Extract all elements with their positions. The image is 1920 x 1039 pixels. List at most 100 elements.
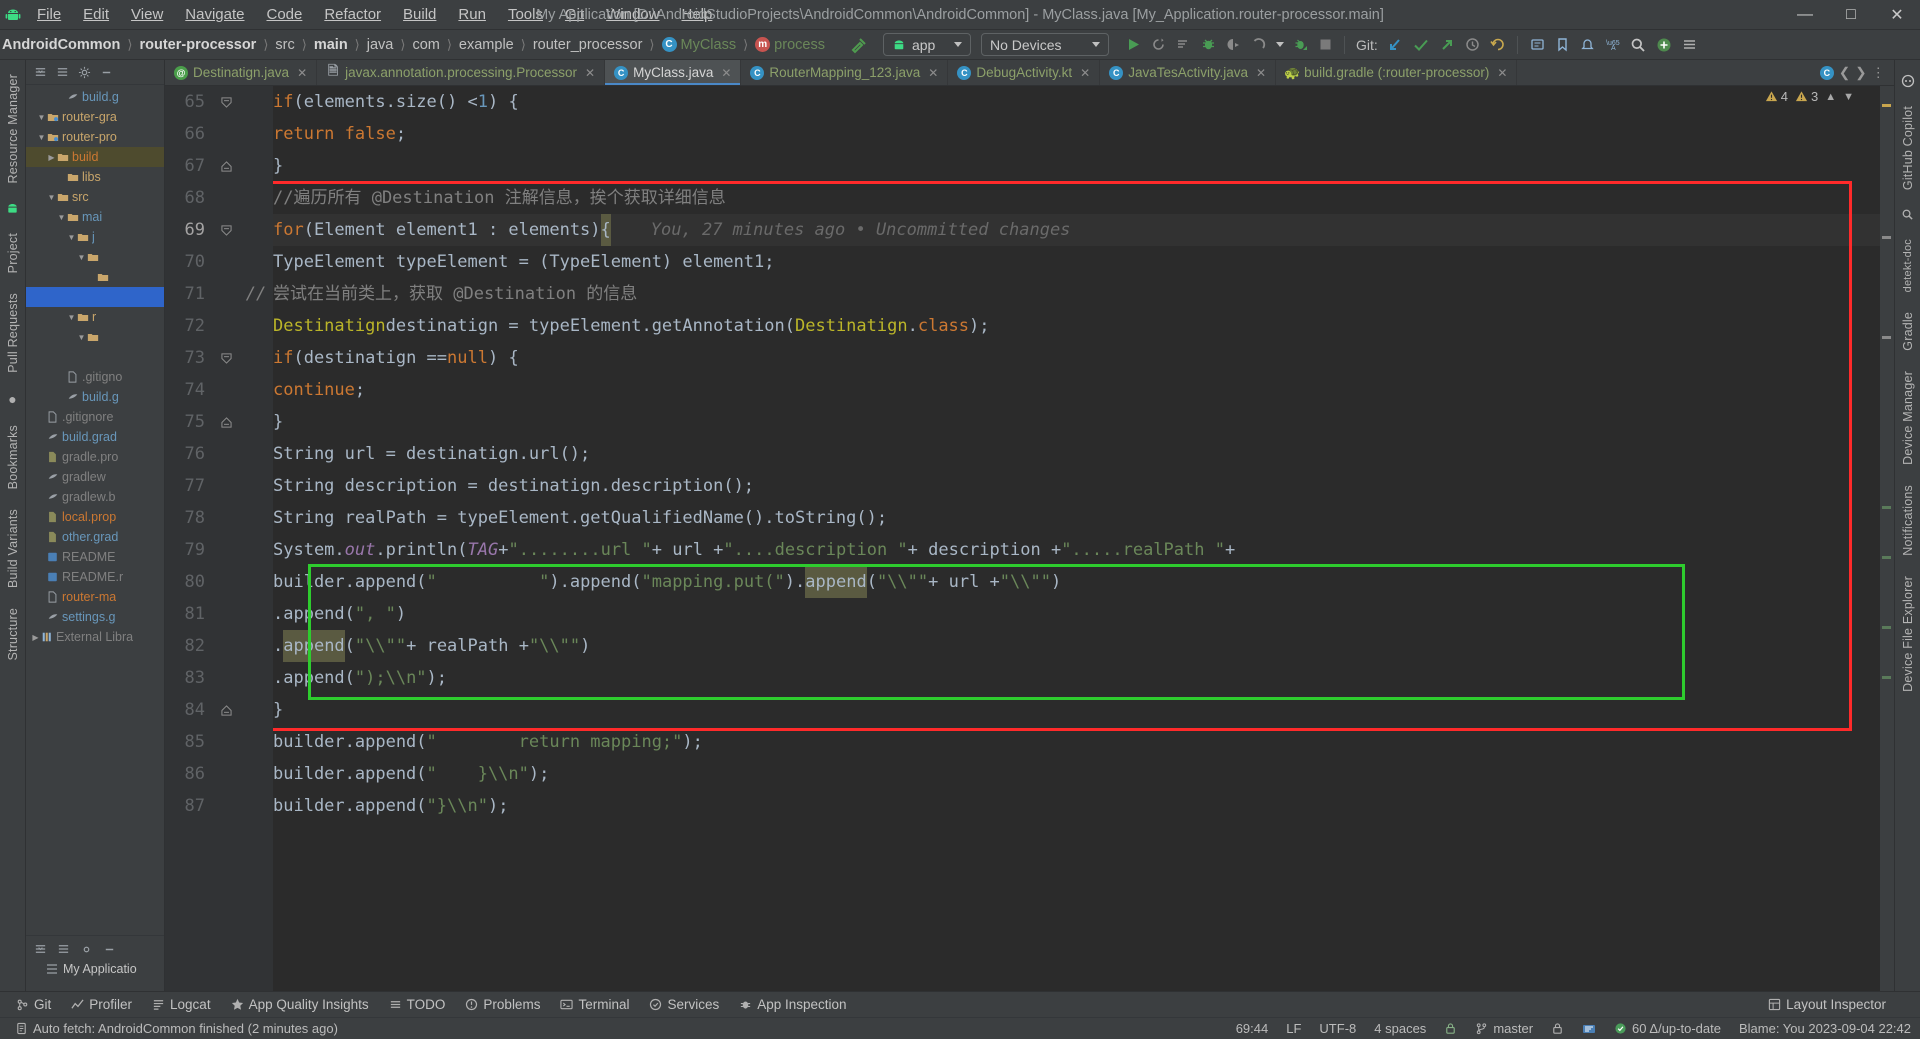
notifications-button[interactable] <box>1575 34 1600 56</box>
sidebar-item-gradle[interactable]: Gradle <box>1901 302 1915 361</box>
tree-node[interactable]: build.g <box>26 387 164 407</box>
close-icon[interactable]: ✕ <box>1080 66 1090 80</box>
module-selector[interactable]: app <box>882 33 971 56</box>
sidebar-item-notifications[interactable]: Notifications <box>1901 475 1915 566</box>
readonly-lock-icon[interactable] <box>1542 1022 1573 1035</box>
code-line[interactable]: builder.append("}\\n"); <box>273 790 1880 822</box>
breadcrumb-src[interactable]: src <box>273 37 296 53</box>
code-text-area[interactable]: if (elements.size() < 1) { return false;… <box>273 86 1880 991</box>
indent-setting[interactable]: 4 spaces <box>1365 1021 1435 1036</box>
debug-button[interactable] <box>1196 34 1221 56</box>
undo-button[interactable] <box>1485 34 1510 56</box>
tree-node[interactable]: other.grad <box>26 527 164 547</box>
bottom-tab-app-inspection[interactable]: App Inspection <box>729 997 856 1012</box>
tree-node[interactable]: router-ma <box>26 587 164 607</box>
code-line[interactable]: return false; <box>273 118 1880 150</box>
tree-node[interactable]: ▼ j <box>26 227 164 247</box>
tree-node[interactable]: settings.g <box>26 607 164 627</box>
code-editor[interactable]: 65 66 67 68 69 70 71 72 73 74 75 76 77 78 79 80 81 82 83 84… <box>165 86 1894 991</box>
code-line[interactable]: } <box>273 694 1880 726</box>
caret-position[interactable]: 69:44 <box>1227 1021 1278 1036</box>
sidebar-item-device-manager[interactable]: Device Manager <box>1901 361 1915 475</box>
translate-button[interactable]: \u6587A <box>1600 34 1625 56</box>
chevron-toggle-icon[interactable]: ▼ <box>36 113 47 122</box>
bottom-tab-services[interactable]: Services <box>639 997 729 1012</box>
editor-tab-routermapping-123-java[interactable]: C RouterMapping_123.java ✕ <box>741 60 949 85</box>
editor-tab-build-gradle-router-processor[interactable]: 🐢 build.gradle (:router-processor) ✕ <box>1276 60 1518 85</box>
chevron-toggle-icon[interactable]: ▶ <box>46 153 57 162</box>
tree-node[interactable]: gradlew.b <box>26 487 164 507</box>
expand-all-icon[interactable] <box>30 939 50 959</box>
code-line[interactable]: TypeElement typeElement = (TypeElement) … <box>273 246 1880 278</box>
chevron-toggle-icon[interactable]: ▼ <box>56 213 67 222</box>
chevron-toggle-icon[interactable]: ▶ <box>30 633 41 642</box>
bottom-tab-logcat[interactable]: Logcat <box>142 997 221 1012</box>
bottom-tab-terminal[interactable]: Terminal <box>550 997 639 1012</box>
code-line[interactable]: String url = destinatign.url(); <box>273 438 1880 470</box>
code-line[interactable]: for (Element element1 : elements) {You, … <box>273 214 1880 246</box>
menu-item-build[interactable]: Build <box>392 3 447 26</box>
code-line[interactable]: } <box>273 150 1880 182</box>
close-button[interactable]: ✕ <box>1874 0 1920 30</box>
project-toolbar[interactable] <box>26 60 164 85</box>
code-fold-toggle[interactable] <box>213 694 239 726</box>
git-update-button[interactable] <box>1382 34 1408 56</box>
code-line[interactable]: if (destinatign == null) { <box>273 342 1880 374</box>
menu-item-file[interactable]: File <box>26 3 72 26</box>
code-line[interactable]: builder.append(" ").append("mapping.put(… <box>273 566 1880 598</box>
sidebar-item-pull-requests[interactable]: Pull Requests <box>6 283 20 383</box>
code-line[interactable]: builder.append(" return mapping;"); <box>273 726 1880 758</box>
profile-button[interactable] <box>1221 34 1246 56</box>
tree-node[interactable]: ▼ mai <box>26 207 164 227</box>
chevron-toggle-icon[interactable]: ▼ <box>46 193 57 202</box>
history-button[interactable] <box>1460 34 1485 56</box>
search-icon[interactable] <box>1625 34 1651 56</box>
code-line[interactable]: . append("\\"" + realPath + "\\"") <box>273 630 1880 662</box>
code-folding-column[interactable] <box>213 86 239 991</box>
editor-tab-javatesactivity-java[interactable]: C JavaTesActivity.java ✕ <box>1100 60 1277 85</box>
editor-gutter[interactable]: 65 66 67 68 69 70 71 72 73 74 75 76 77 78 79 80 81 82 83 84… <box>165 86 273 991</box>
search-stripe-icon[interactable] <box>1901 208 1914 221</box>
minimize-button[interactable]: — <box>1782 0 1828 30</box>
tree-node[interactable]: build.grad <box>26 427 164 447</box>
status-right-group[interactable]: 69:44 LF UTF-8 4 spaces master 60 Δ/up-t… <box>1227 1021 1920 1036</box>
gear-icon[interactable] <box>76 939 96 959</box>
bottom-tab-git[interactable]: Git <box>6 997 61 1012</box>
tree-node[interactable]: ▼ r <box>26 307 164 327</box>
tree-node[interactable] <box>26 287 164 307</box>
weak-warning-count[interactable]: 3 <box>1795 89 1818 104</box>
close-icon[interactable]: ✕ <box>1497 66 1507 80</box>
breadcrumb-example[interactable]: example <box>457 37 516 53</box>
chevron-toggle-icon[interactable]: ▼ <box>76 253 87 262</box>
chevron-left-icon[interactable]: ❮ <box>1839 65 1850 81</box>
code-fold-toggle[interactable] <box>213 150 239 182</box>
lock-icon[interactable] <box>1435 1022 1466 1035</box>
sidebar-item-github-copilot[interactable]: GitHub Copilot <box>1901 96 1915 200</box>
expand-all-icon[interactable] <box>30 62 50 82</box>
code-line[interactable]: builder.append(" }\\n"); <box>273 758 1880 790</box>
build-hammer-icon[interactable] <box>845 34 873 56</box>
bottom-tab-layout-inspector[interactable]: Layout Inspector <box>1758 997 1896 1012</box>
menu-item-refactor[interactable]: Refactor <box>313 3 392 26</box>
git-branch[interactable]: master <box>1466 1021 1542 1036</box>
tree-node[interactable]: local.prop <box>26 507 164 527</box>
sidebar-item-bookmarks[interactable]: Bookmarks <box>6 415 20 499</box>
chevron-toggle-icon[interactable]: ▼ <box>76 333 87 342</box>
sidebar-item-device-file-explorer[interactable]: Device File Explorer <box>1901 566 1915 702</box>
tree-node[interactable]: ▶ External Libra <box>26 627 164 647</box>
tree-node[interactable]: ▼ router-gra <box>26 107 164 127</box>
breadcrumb-process[interactable]: m process <box>753 37 827 53</box>
tree-node[interactable]: ▼ src <box>26 187 164 207</box>
status-message[interactable]: Auto fetch: AndroidCommon finished (2 mi… <box>6 1021 347 1036</box>
bottom-tab-app-quality-insights[interactable]: App Quality Insights <box>221 997 379 1012</box>
project-footer-toolbar[interactable] <box>26 936 164 962</box>
tree-node[interactable] <box>26 267 164 287</box>
chevron-toggle-icon[interactable]: ▼ <box>66 233 77 242</box>
breadcrumb-java[interactable]: java <box>365 37 396 53</box>
plugins-add-button[interactable] <box>1651 34 1677 56</box>
collapse-all-icon[interactable] <box>52 62 72 82</box>
code-lines[interactable]: if (elements.size() < 1) { return false;… <box>273 86 1880 822</box>
bottom-tool-window-bar[interactable]: Git Profiler Logcat App Quality Insights… <box>0 991 1920 1017</box>
more-tabs-icon[interactable]: ⋮ <box>1872 65 1886 81</box>
sidebar-item-resource-manager[interactable]: Resource Manager <box>6 64 20 194</box>
